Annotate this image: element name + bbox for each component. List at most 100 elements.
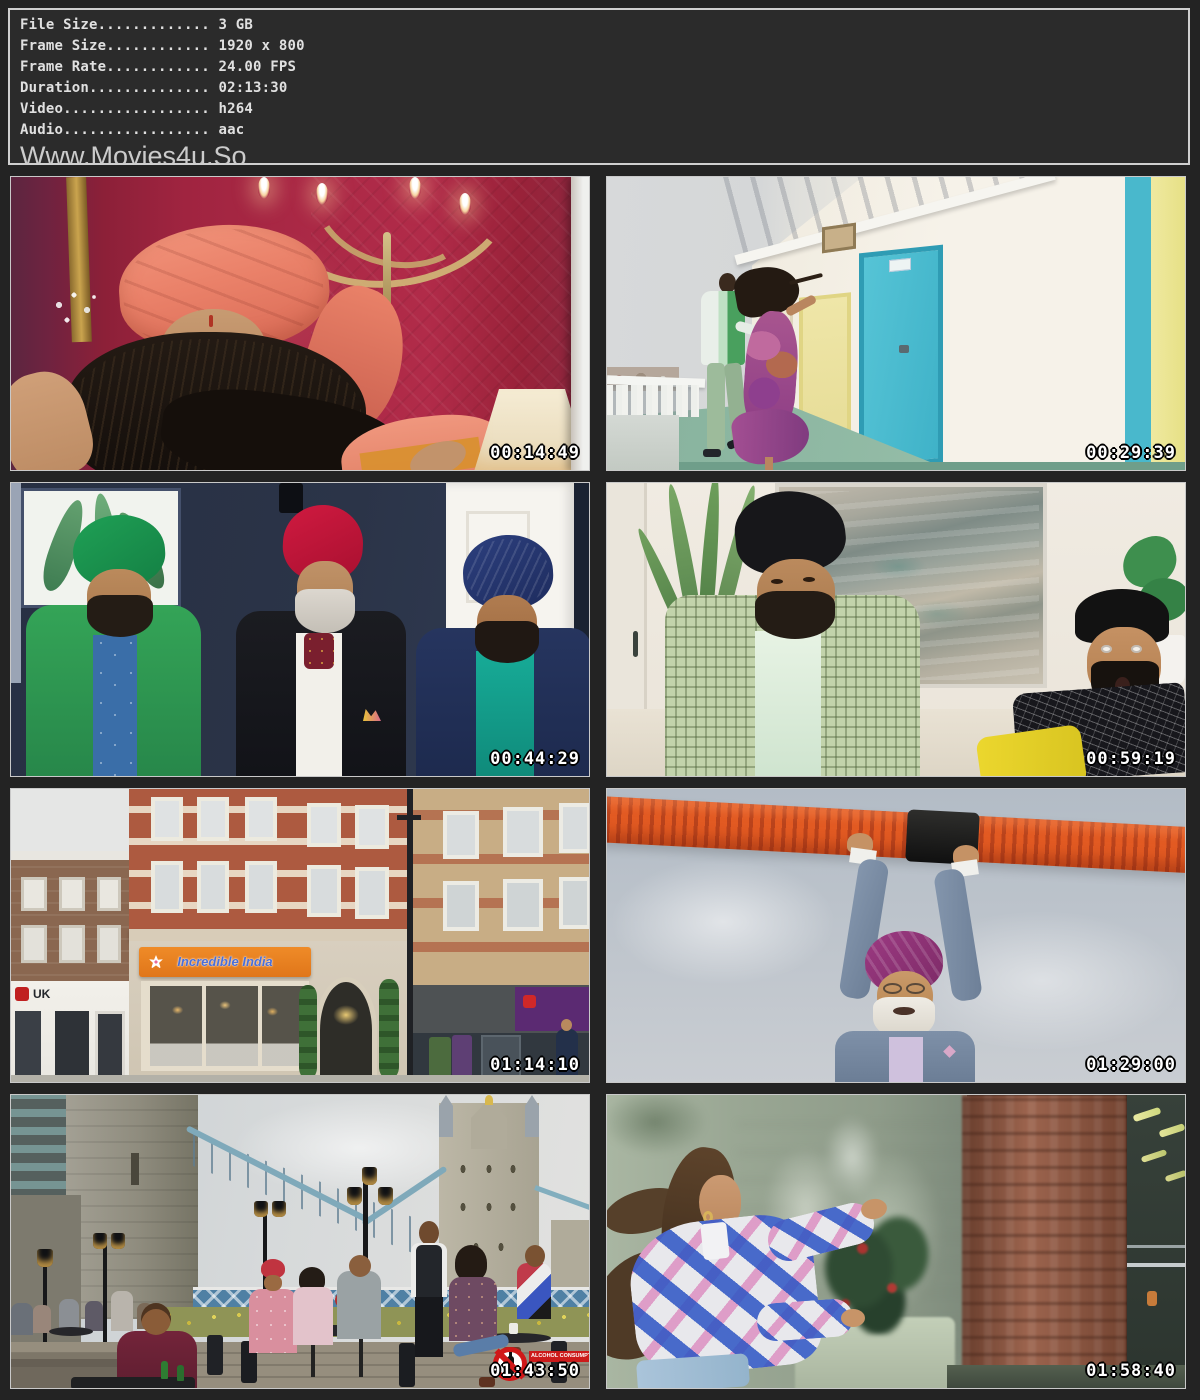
street-lamp-lantern — [93, 1233, 107, 1249]
shop-door — [95, 1011, 125, 1079]
screenshot-tile-5: UK Incredible India — [10, 788, 590, 1083]
screenshot-tile-1: 00:14:49 — [10, 176, 590, 471]
glass-building — [11, 1095, 69, 1207]
street-lamp-lantern — [347, 1187, 362, 1205]
window — [59, 925, 85, 963]
window — [559, 803, 590, 853]
street-lamp-lantern — [254, 1201, 268, 1217]
candle-flame — [409, 177, 421, 199]
timestamp: 01:58:40 — [1086, 1361, 1176, 1381]
hut-door-blue — [859, 245, 943, 471]
wall-lantern — [822, 223, 856, 254]
timestamp: 00:14:49 — [490, 443, 580, 463]
arrow-slit — [131, 1153, 139, 1185]
window — [197, 861, 229, 913]
cardigan-arm-lower — [756, 1298, 854, 1343]
info-line: Frame Size............ 1920 x 800 — [20, 36, 1188, 57]
left-building-parapet — [11, 851, 129, 860]
green-bottle — [177, 1365, 184, 1381]
man-green-beard — [87, 595, 153, 637]
street-lamp — [103, 1245, 107, 1357]
dancer-woman-leg — [765, 457, 773, 471]
cafe-person — [111, 1291, 133, 1331]
candle-flame — [258, 177, 270, 199]
red-turban-face — [264, 1275, 282, 1291]
door-number-plate — [889, 258, 911, 272]
red-flower — [857, 1243, 868, 1254]
file-info-panel: File Size............. 3 GBFrame Size...… — [8, 8, 1190, 165]
foreground-man-head — [141, 1303, 171, 1335]
site-watermark: Www.Movies4u.So — [20, 141, 1188, 165]
stone-tower-left — [66, 1095, 198, 1319]
wheelie-bin-purple — [452, 1035, 472, 1077]
timestamp: 00:59:19 — [1086, 749, 1176, 769]
cafe-chair — [399, 1343, 415, 1387]
timestamp: 01:14:10 — [490, 1055, 580, 1075]
frame-sliver — [11, 483, 21, 683]
window — [443, 881, 479, 931]
window — [21, 925, 47, 963]
topiary-spiral — [299, 985, 317, 1079]
info-line: Video................. h264 — [20, 99, 1188, 120]
info-line: Audio................. aac — [20, 120, 1188, 141]
candle-flame — [459, 193, 471, 215]
red-turban-man — [249, 1289, 297, 1353]
hut-wall-yellow-far — [1151, 177, 1186, 471]
window — [197, 797, 229, 841]
window-railing — [1127, 1263, 1186, 1267]
eye — [771, 579, 783, 584]
window — [559, 877, 590, 929]
screenshot-tile-3: 00:44:29 — [10, 482, 590, 777]
smoke-puff — [49, 285, 109, 340]
cravat — [304, 633, 334, 669]
timestamp: 00:44:29 — [490, 749, 580, 769]
topiary-spiral — [379, 979, 399, 1079]
dancer-man-shoe — [703, 449, 721, 457]
dancer-man-leg — [707, 363, 725, 451]
timestamp: 01:43:50 — [490, 1361, 580, 1381]
window — [245, 797, 277, 841]
window — [21, 877, 47, 911]
info-line: File Size............. 3 GB — [20, 15, 1188, 36]
tilak-mark — [209, 315, 213, 327]
shop-glass-mullions — [146, 986, 304, 1066]
man-green-shirt — [93, 635, 137, 777]
window — [503, 879, 543, 931]
hoodie-man-head — [349, 1255, 371, 1277]
railing-balusters — [607, 385, 699, 417]
hoodie-man — [337, 1271, 381, 1339]
window — [151, 861, 183, 913]
man-red-white-beard — [295, 589, 355, 633]
lamp-post — [407, 789, 413, 1083]
seated-woman-hair — [455, 1245, 487, 1281]
railing-wall — [607, 415, 679, 471]
hand — [841, 1309, 865, 1327]
lamp-post-arm — [397, 815, 421, 820]
cafe-person — [33, 1305, 51, 1333]
street-lamp-lantern — [111, 1233, 125, 1249]
smile — [893, 1007, 915, 1015]
door-handle — [633, 631, 638, 657]
info-line: Duration.............. 02:13:30 — [20, 78, 1188, 99]
street-lamp-lantern — [37, 1249, 53, 1267]
left-shop-logo — [15, 987, 29, 1001]
intercom — [279, 483, 303, 513]
dark-window — [1127, 1095, 1186, 1389]
person-in-window — [1147, 1291, 1157, 1306]
window — [97, 925, 121, 963]
timestamp: 00:29:39 — [1086, 443, 1176, 463]
eye-wide — [1101, 645, 1112, 653]
walkway-edge — [607, 462, 1186, 471]
restaurant-sign-text: Incredible India — [139, 947, 311, 977]
seated-woman-top — [449, 1277, 497, 1341]
brick-pillar — [962, 1095, 1127, 1389]
cafe-chair — [207, 1335, 223, 1375]
colorful-shirt-man — [517, 1263, 551, 1319]
colorful-shirt-man-head — [525, 1245, 545, 1267]
eye — [803, 577, 815, 582]
gold-finial — [485, 1095, 493, 1105]
arch-doorway — [315, 977, 377, 1083]
cafe-woman-top — [293, 1287, 333, 1345]
file-info-lines: File Size............. 3 GBFrame Size...… — [20, 15, 1188, 141]
timestamp: 01:29:00 — [1086, 1055, 1176, 1075]
